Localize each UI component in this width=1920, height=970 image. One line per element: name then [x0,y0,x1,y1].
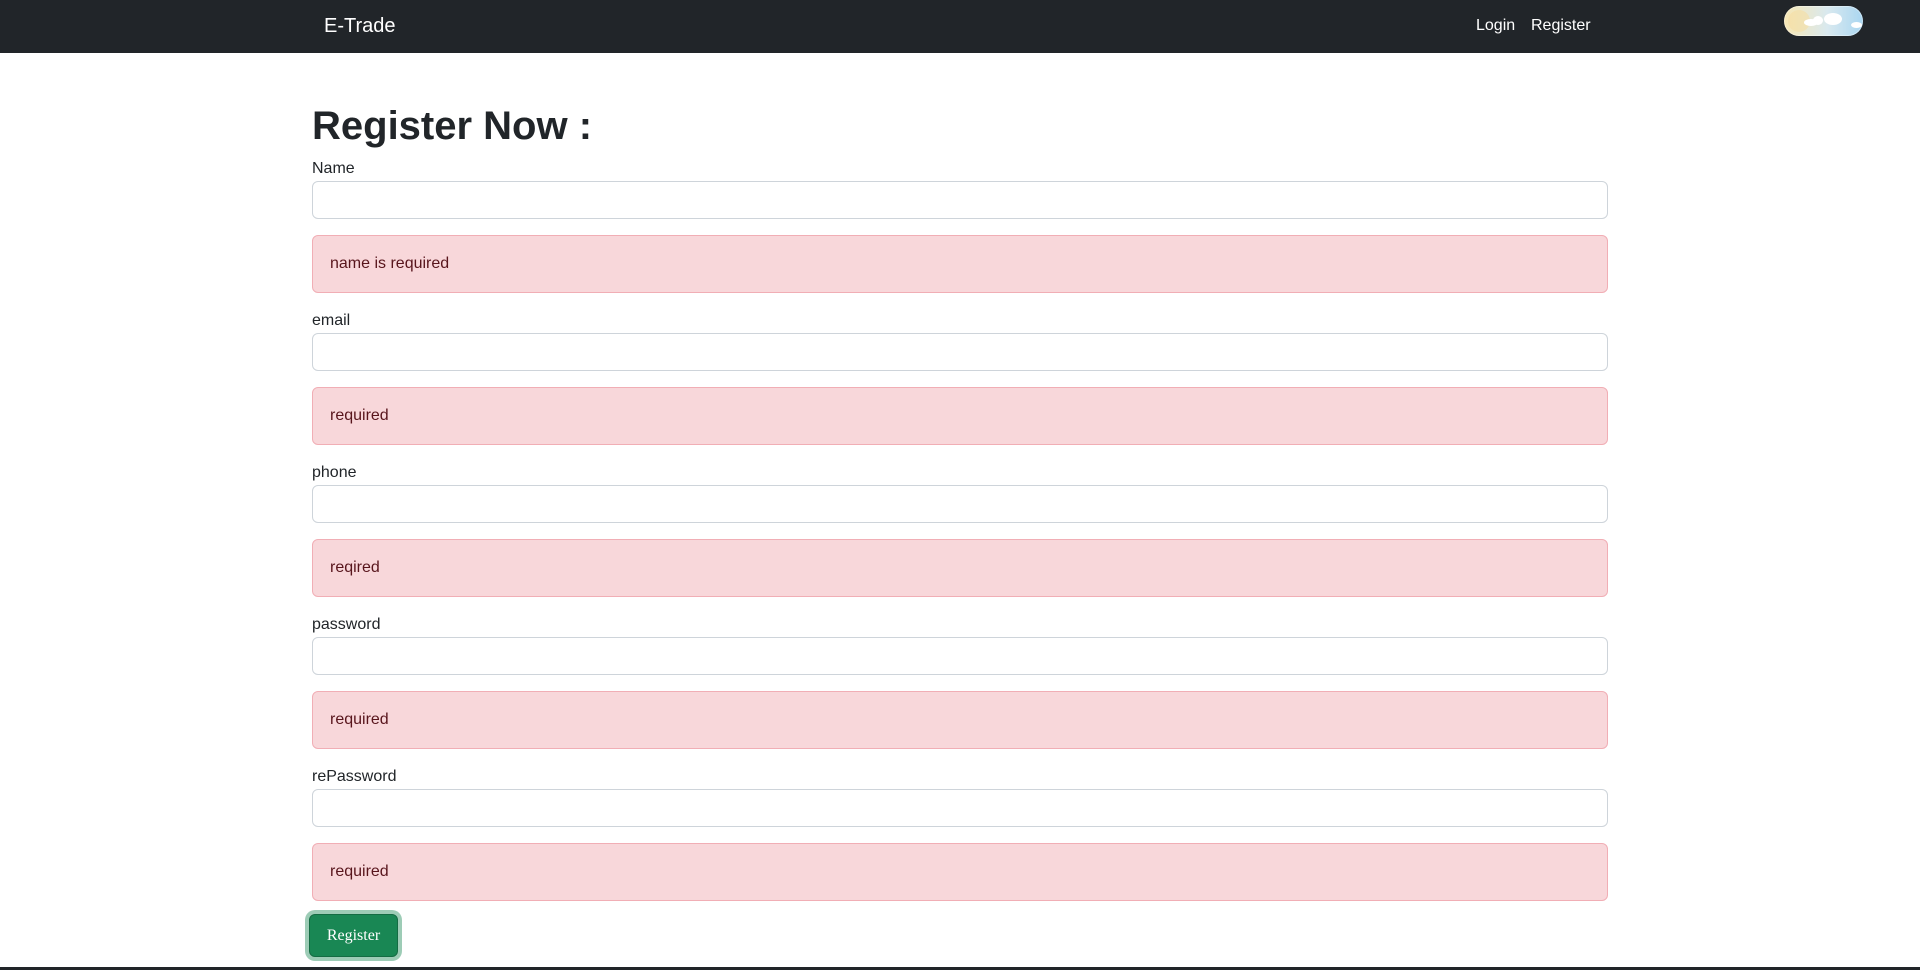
repassword-label: rePassword [312,768,397,785]
phone-label: phone [312,464,357,481]
cloud-icon [1851,22,1862,28]
day-night-toggle-icon[interactable] [1784,6,1863,36]
email-error-alert: required [312,387,1608,445]
cloud-icon [1824,13,1842,25]
cloud-icon [1813,16,1823,25]
register-button[interactable]: Register [309,914,398,957]
password-error-alert: required [312,691,1608,749]
name-label: Name [312,160,355,177]
nav-register-link[interactable]: Register [1531,16,1591,36]
nav-login-link[interactable]: Login [1476,16,1515,36]
page-title: Register Now : [312,104,593,148]
password-input[interactable] [312,637,1608,675]
brand-link[interactable]: E-Trade [324,14,396,38]
name-error-alert: name is required [312,235,1608,293]
repassword-input[interactable] [312,789,1608,827]
email-label: email [312,312,351,329]
phone-error-alert: reqired [312,539,1608,597]
navbar: E-Trade Login Register [0,0,1920,53]
phone-input[interactable] [312,485,1608,523]
password-label: password [312,616,381,633]
email-input[interactable] [312,333,1608,371]
name-input[interactable] [312,181,1608,219]
repassword-error-alert: required [312,843,1608,901]
